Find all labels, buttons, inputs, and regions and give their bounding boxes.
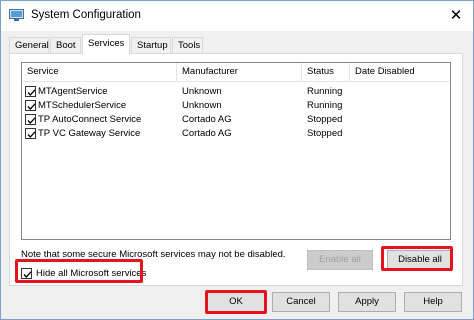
services-list-header: Service Manufacturer Status Date Disable…: [22, 63, 450, 82]
table-row[interactable]: MTAgentService Unknown Running: [22, 85, 450, 99]
table-row[interactable]: TP AutoConnect Service Cortado AG Stoppe…: [22, 113, 450, 127]
system-configuration-window: System Configuration ✕ General Boot Serv…: [0, 0, 474, 320]
service-name: MTSchedulerService: [38, 100, 127, 111]
hide-microsoft-services-checkbox[interactable]: [21, 268, 32, 279]
service-status: Stopped: [307, 114, 343, 125]
service-checkbox[interactable]: [25, 114, 36, 125]
column-header-manufacturer[interactable]: Manufacturer: [177, 63, 302, 82]
tab-general[interactable]: General: [9, 37, 49, 54]
column-header-service[interactable]: Service: [22, 63, 177, 82]
close-button[interactable]: ✕: [445, 5, 467, 27]
service-status: Running: [307, 86, 343, 97]
service-status: Stopped: [307, 128, 343, 139]
system-configuration-icon: [9, 9, 24, 21]
service-status: Running: [307, 100, 343, 111]
service-manufacturer: Unknown: [182, 86, 222, 97]
service-manufacturer: Cortado AG: [182, 128, 232, 139]
close-icon: ✕: [449, 7, 463, 24]
ok-button[interactable]: OK: [207, 292, 265, 312]
checkmark-icon: [27, 117, 36, 124]
service-checkbox[interactable]: [25, 86, 36, 97]
service-name: MTAgentService: [38, 86, 108, 97]
service-name: TP AutoConnect Service: [38, 114, 142, 125]
tab-boot[interactable]: Boot: [50, 37, 81, 54]
column-header-status[interactable]: Status: [302, 63, 350, 82]
column-header-date-disabled[interactable]: Date Disabled: [350, 63, 450, 82]
service-manufacturer: Unknown: [182, 100, 222, 111]
table-row[interactable]: MTSchedulerService Unknown Running: [22, 99, 450, 113]
checkmark-icon: [27, 103, 36, 110]
service-name: TP VC Gateway Service: [38, 128, 141, 139]
service-manufacturer: Cortado AG: [182, 114, 232, 125]
services-panel: Service Manufacturer Status Date Disable…: [9, 53, 463, 286]
disable-all-button[interactable]: Disable all: [387, 250, 453, 270]
tab-startup[interactable]: Startup: [131, 37, 171, 54]
hide-microsoft-services-label: Hide all Microsoft services: [36, 268, 147, 279]
service-checkbox[interactable]: [25, 100, 36, 111]
secure-services-note: Note that some secure Microsoft services…: [21, 249, 286, 260]
services-list[interactable]: Service Manufacturer Status Date Disable…: [21, 62, 451, 240]
checkmark-icon: [23, 271, 32, 278]
table-row[interactable]: TP VC Gateway Service Cortado AG Stopped: [22, 127, 450, 141]
tab-tools[interactable]: Tools: [172, 37, 203, 54]
checkmark-icon: [27, 89, 36, 96]
service-checkbox[interactable]: [25, 128, 36, 139]
help-button[interactable]: Help: [404, 292, 462, 312]
title-bar[interactable]: System Configuration ✕: [1, 1, 473, 31]
window-title: System Configuration: [31, 9, 141, 21]
checkmark-icon: [27, 131, 36, 138]
apply-button[interactable]: Apply: [338, 292, 396, 312]
tab-services[interactable]: Services: [82, 34, 130, 55]
cancel-button[interactable]: Cancel: [272, 292, 330, 312]
enable-all-button[interactable]: Enable all: [307, 250, 373, 270]
